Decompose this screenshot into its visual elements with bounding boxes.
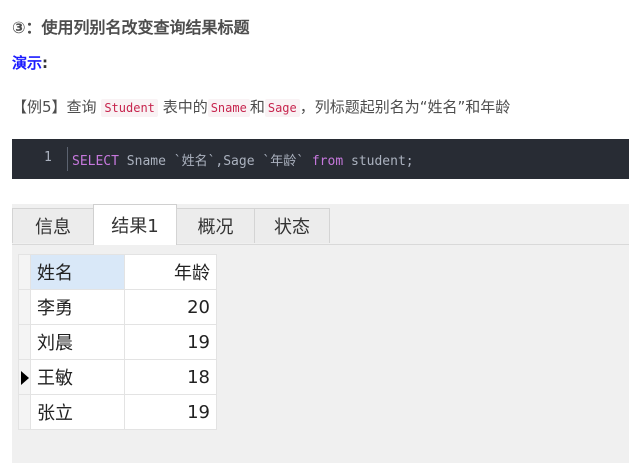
example-and: 和 bbox=[249, 98, 265, 116]
tab-status[interactable]: 状态 bbox=[254, 208, 330, 243]
inline-code-sname: Sname bbox=[207, 99, 250, 117]
sql-code-block: 1 SELECT Sname `姓名`,Sage `年龄` from stude… bbox=[12, 139, 629, 179]
tab-profile[interactable]: 概况 bbox=[176, 208, 255, 243]
demo-colon: : bbox=[42, 54, 49, 72]
keyword-from: from bbox=[311, 154, 344, 169]
row-indicator[interactable] bbox=[18, 359, 31, 395]
table-row[interactable]: 张立 19 bbox=[18, 394, 217, 430]
table-row[interactable]: 刘晨 19 bbox=[18, 324, 217, 360]
header-row: 姓名 年龄 bbox=[18, 254, 217, 290]
result-tabs: 信息 结果1 概况 状态 bbox=[12, 204, 629, 245]
code-part1: Sname `姓名`,Sage `年龄` bbox=[118, 154, 312, 169]
current-row-arrow-icon bbox=[21, 371, 29, 385]
column-header-age[interactable]: 年龄 bbox=[124, 254, 217, 290]
example-mid: 表中的 bbox=[162, 98, 208, 116]
cell-name[interactable]: 李勇 bbox=[30, 289, 125, 325]
example-suffix: ，列标题起别名为“姓名”和年龄 bbox=[299, 98, 511, 116]
tab-info[interactable]: 信息 bbox=[12, 208, 94, 243]
section-heading: ③：使用列别名改变查询结果标题 bbox=[12, 18, 250, 37]
cell-name[interactable]: 刘晨 bbox=[30, 324, 125, 360]
cell-age[interactable]: 18 bbox=[124, 359, 217, 395]
cell-age[interactable]: 19 bbox=[124, 394, 217, 430]
table-row[interactable]: 李勇 20 bbox=[18, 289, 217, 325]
inline-code-sage: Sage bbox=[264, 99, 300, 117]
example-prefix: 【例5】查询 bbox=[12, 98, 97, 116]
demo-text: 演示 bbox=[12, 54, 43, 72]
cell-name[interactable]: 王敏 bbox=[30, 359, 125, 395]
tab-result1[interactable]: 结果1 bbox=[93, 204, 177, 245]
result-grid: 姓名 年龄 李勇 20 刘晨 19 王敏 18 张立 19 bbox=[18, 254, 217, 430]
sql-code-line: SELECT Sname `姓名`,Sage `年龄` from student… bbox=[72, 150, 414, 169]
row-indicator[interactable] bbox=[18, 289, 31, 325]
cell-age[interactable]: 19 bbox=[124, 324, 217, 360]
code-part2: student; bbox=[343, 154, 414, 169]
gutter-divider bbox=[67, 147, 68, 171]
demo-label: 演示: bbox=[12, 52, 48, 73]
table-row[interactable]: 王敏 18 bbox=[18, 359, 217, 395]
cell-name[interactable]: 张立 bbox=[30, 394, 125, 430]
row-indicator[interactable] bbox=[18, 324, 31, 360]
inline-code-table: Student bbox=[101, 99, 158, 117]
result-panel: 信息 结果1 概况 状态 姓名 年龄 李勇 20 刘晨 19 王敏 18 张立 … bbox=[12, 204, 629, 463]
line-number: 1 bbox=[44, 150, 52, 165]
keyword-select: SELECT bbox=[72, 154, 119, 169]
row-indicator-header bbox=[18, 254, 31, 290]
example-description: 【例5】查询 Student 表中的 Sname 和 Sage ，列标题起别名为“姓名”… bbox=[12, 96, 510, 117]
column-header-name[interactable]: 姓名 bbox=[30, 254, 125, 290]
cell-age[interactable]: 20 bbox=[124, 289, 217, 325]
row-indicator[interactable] bbox=[18, 394, 31, 430]
